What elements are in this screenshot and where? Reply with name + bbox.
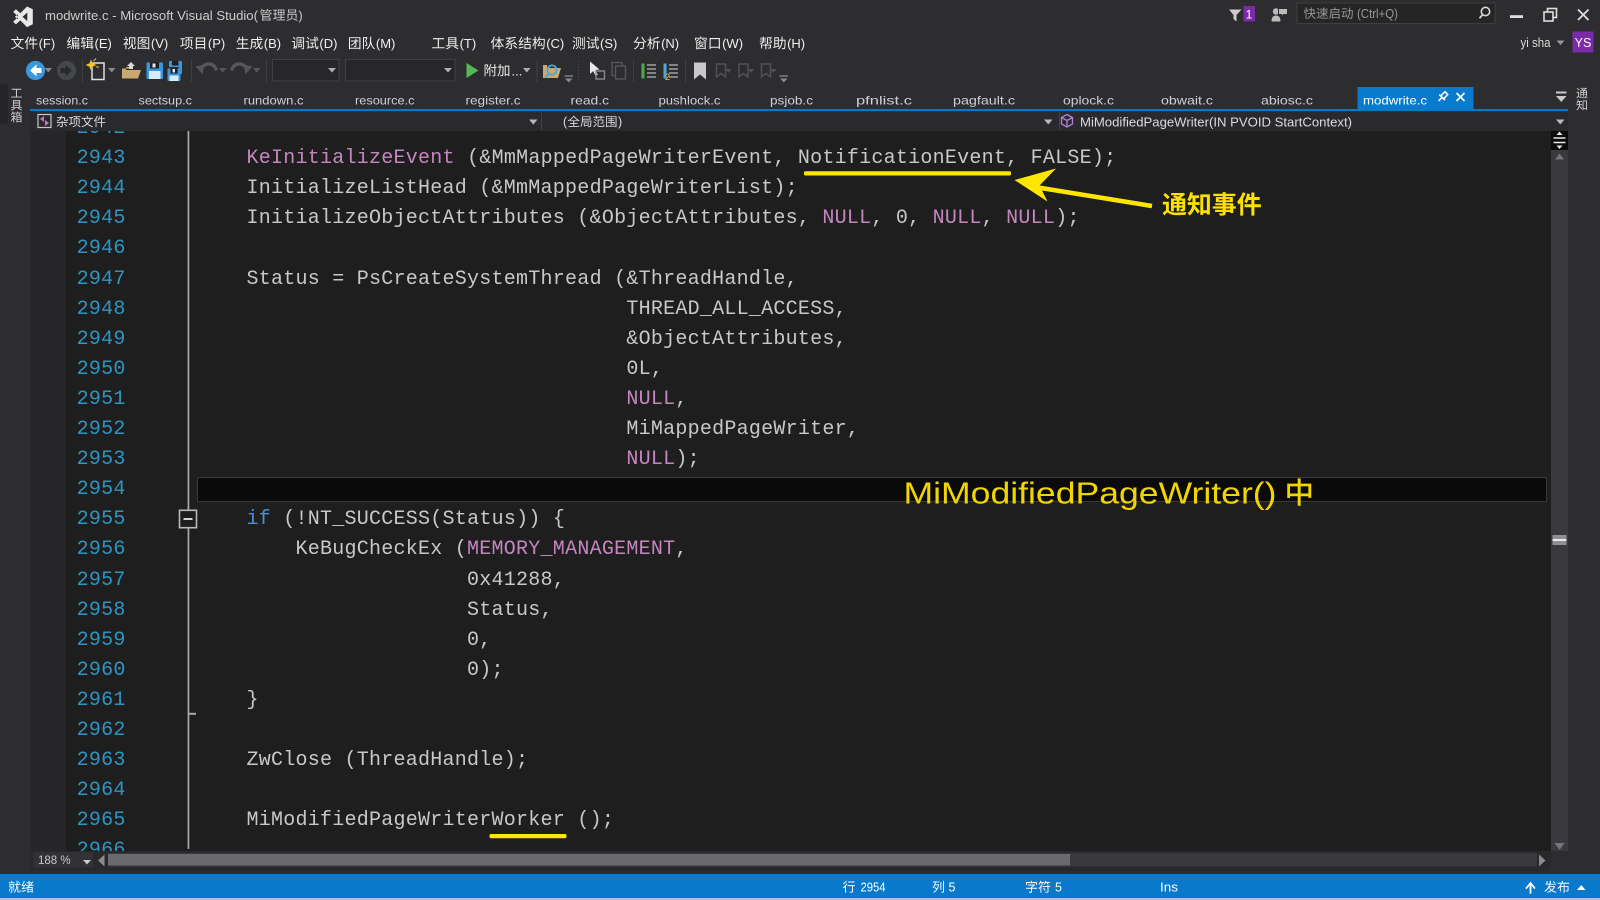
svg-text:(D): (D) [319,36,337,51]
svg-text:(C): (C) [546,36,564,51]
svg-text:modwrite.c - Microsoft Visual: modwrite.c - Microsoft Visual Studio( [45,9,259,23]
svg-text:yi sha: yi sha [1521,35,1552,50]
svg-text:5: 5 [949,881,956,895]
svg-text:(H): (H) [787,36,805,51]
svg-text:(T): (T) [460,36,477,51]
svg-text:pushlock.c: pushlock.c [659,93,721,107]
svg-text:MiModifiedPageWriter(): MiModifiedPageWriter() [904,476,1277,510]
svg-text:resource.c: resource.c [355,93,415,107]
svg-text:(W): (W) [722,36,743,51]
svg-text:abiosc.c: abiosc.c [1261,93,1313,107]
svg-text:pfnlist.c: pfnlist.c [856,93,912,107]
svg-text:...: ... [512,63,523,78]
svg-text:2954: 2954 [861,881,886,895]
svg-text:MiModifiedPageWriter(IN PVOID: MiModifiedPageWriter(IN PVOID StartConte… [1080,114,1352,129]
svg-text:(E): (E) [95,36,112,51]
svg-text:read.c: read.c [571,93,610,107]
svg-text:(P): (P) [208,36,225,51]
svg-text:2: 2 [665,72,670,82]
svg-text:(V): (V) [151,36,168,51]
svg-text:): ) [299,9,303,23]
svg-text:(Ctrl+Q): (Ctrl+Q) [1357,7,1398,21]
svg-text:188 %: 188 % [38,855,71,867]
svg-text:psjob.c: psjob.c [770,93,813,107]
svg-text:register.c: register.c [466,93,521,107]
svg-text:YS: YS [1575,36,1592,50]
svg-text:modwrite.c: modwrite.c [1363,93,1427,107]
svg-text:sectsup.c: sectsup.c [139,93,193,107]
svg-text:(N): (N) [661,36,679,51]
svg-text:oplock.c: oplock.c [1063,93,1114,107]
svg-text:obwait.c: obwait.c [1161,93,1213,107]
svg-text:(F): (F) [39,36,56,51]
svg-text:1: 1 [1246,7,1253,21]
svg-text:session.c: session.c [36,93,88,107]
svg-text:(B): (B) [264,36,281,51]
svg-text:Ins: Ins [1160,881,1178,895]
svg-text:): ) [618,115,622,129]
svg-text:5: 5 [1055,881,1062,895]
svg-text:(S): (S) [600,36,617,51]
svg-text:rundown.c: rundown.c [244,93,304,107]
svg-text:(M): (M) [376,36,396,51]
svg-text:pagfault.c: pagfault.c [953,93,1015,107]
